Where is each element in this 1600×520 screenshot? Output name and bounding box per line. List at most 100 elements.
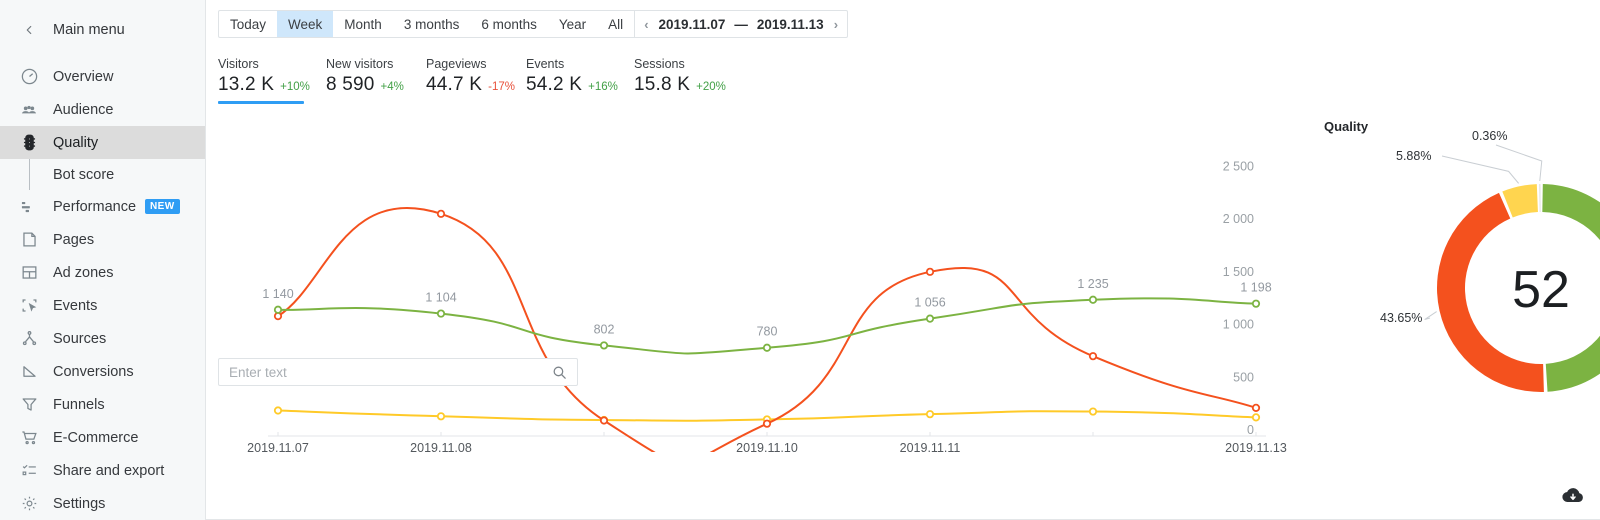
- conversion-icon: [18, 361, 40, 383]
- period-today[interactable]: Today: [219, 11, 277, 37]
- sidebar-item-performance[interactable]: Performance NEW: [0, 190, 205, 223]
- data-point-label: 1 235: [1077, 277, 1108, 291]
- search-icon[interactable]: [551, 364, 577, 381]
- donut-leader-line: [1425, 312, 1437, 320]
- analytics-dashboard: Main menu Overview Audience: [0, 0, 1600, 520]
- sidebar-item-quality[interactable]: Quality: [0, 126, 205, 159]
- sidebar-item-label: Settings: [53, 496, 105, 512]
- cloud-download-icon[interactable]: [1560, 484, 1586, 506]
- date-range-display: ‹ 2019.11.07 — 2019.11.13 ›: [634, 11, 847, 37]
- sidebar-item-pages[interactable]: Pages: [0, 223, 205, 256]
- chart-point[interactable]: [927, 315, 933, 321]
- sidebar-item-events[interactable]: Events: [0, 289, 205, 322]
- prev-period-arrow-icon[interactable]: ‹: [643, 17, 649, 32]
- chart-point[interactable]: [764, 345, 770, 351]
- sidebar-item-bot-score[interactable]: Bot score: [0, 159, 205, 190]
- kpi-pageviews[interactable]: Pageviews 44.7 K -17%: [426, 57, 526, 96]
- sidebar-item-label: Audience: [53, 102, 113, 118]
- period-all[interactable]: All: [597, 11, 634, 37]
- range-dash: —: [734, 17, 748, 32]
- next-period-arrow-icon[interactable]: ›: [833, 17, 839, 32]
- kpi-label: Visitors: [218, 57, 326, 71]
- data-point-label: 1 104: [425, 291, 456, 305]
- kpi-delta: -17%: [488, 81, 515, 93]
- kpi-visitors[interactable]: Visitors 13.2 K +10%: [218, 57, 326, 96]
- sidebar-item-conversions[interactable]: Conversions: [0, 355, 205, 388]
- sidebar: Main menu Overview Audience: [0, 0, 206, 520]
- period-week[interactable]: Week: [277, 11, 333, 37]
- quality-panel-title: Quality: [1324, 119, 1368, 134]
- sidebar-item-label: Pages: [53, 232, 94, 248]
- line-chart[interactable]: 05001 0001 5002 0002 5002019.11.072019.1…: [206, 112, 1306, 452]
- sidebar-item-label: Sources: [53, 331, 106, 347]
- kpi-delta: +4%: [381, 81, 404, 93]
- donut-leader-line: [1442, 156, 1519, 183]
- chart-point[interactable]: [1090, 408, 1096, 414]
- chart-point[interactable]: [275, 307, 281, 313]
- chart-point[interactable]: [927, 269, 933, 275]
- chart-point[interactable]: [1253, 300, 1259, 306]
- period-6-months[interactable]: 6 months: [470, 11, 548, 37]
- kpi-events[interactable]: Events 54.2 K +16%: [526, 57, 634, 96]
- sidebar-item-label: Quality: [53, 135, 98, 151]
- chart-point[interactable]: [438, 310, 444, 316]
- x-axis-tick-label: 2019.11.07: [247, 441, 309, 452]
- gauge-icon: [18, 66, 40, 88]
- search-input[interactable]: [219, 365, 551, 380]
- sub-item-rail: [18, 159, 40, 190]
- chart-point[interactable]: [601, 342, 607, 348]
- chart-point[interactable]: [1253, 405, 1259, 411]
- range-start-date: 2019.11.07: [659, 17, 726, 32]
- chart-point[interactable]: [764, 420, 770, 426]
- chart-point[interactable]: [601, 417, 607, 423]
- y-axis-tick-label: 1 000: [1223, 318, 1254, 332]
- donut-segment[interactable]: [1502, 184, 1538, 217]
- kpi-label: New visitors: [326, 57, 426, 71]
- sidebar-item-sources[interactable]: Sources: [0, 322, 205, 355]
- chart-point[interactable]: [927, 411, 933, 417]
- chart-point[interactable]: [438, 211, 444, 217]
- kpi-value: 13.2 K: [218, 74, 274, 96]
- sidebar-item-label: Funnels: [53, 397, 105, 413]
- chart-point[interactable]: [275, 407, 281, 413]
- sidebar-main-menu[interactable]: Main menu: [0, 10, 205, 50]
- page-icon: [18, 229, 40, 251]
- chart-point[interactable]: [1253, 414, 1259, 420]
- donut-segment[interactable]: [1539, 184, 1540, 212]
- chart-point[interactable]: [1090, 297, 1096, 303]
- line-chart-panel: 05001 0001 5002 0002 5002019.11.072019.1…: [206, 112, 1306, 452]
- donut-segment-label: 43.65%: [1380, 311, 1422, 325]
- quality-donut-chart[interactable]: 5248.47%43.65%5.88%0.36%: [1324, 112, 1600, 452]
- chart-point[interactable]: [438, 413, 444, 419]
- kpi-label: Pageviews: [426, 57, 526, 71]
- sidebar-item-audience[interactable]: Audience: [0, 93, 205, 126]
- data-point-label: 1 056: [914, 296, 945, 310]
- chart-point[interactable]: [1090, 353, 1096, 359]
- sidebar-item-label: Performance: [53, 199, 136, 215]
- sidebar-item-overview[interactable]: Overview: [0, 60, 205, 93]
- period-year[interactable]: Year: [548, 11, 597, 37]
- period-month[interactable]: Month: [333, 11, 393, 37]
- content-area: Today Week Month 3 months 6 months Year …: [206, 0, 1600, 520]
- kpi-selected-indicator: [218, 101, 304, 104]
- kpi-delta: +20%: [696, 81, 726, 93]
- date-range-toolbar: Today Week Month 3 months 6 months Year …: [218, 10, 848, 38]
- kpi-label: Sessions: [634, 57, 742, 71]
- sidebar-item-funnels[interactable]: Funnels: [0, 388, 205, 421]
- chevron-left-icon: [18, 19, 40, 41]
- search-box[interactable]: [218, 358, 578, 386]
- period-3-months[interactable]: 3 months: [393, 11, 471, 37]
- sidebar-item-ecommerce[interactable]: E-Commerce: [0, 421, 205, 454]
- kpi-sessions[interactable]: Sessions 15.8 K +20%: [634, 57, 742, 96]
- cart-icon: [18, 427, 40, 449]
- kpi-new-visitors[interactable]: New visitors 8 590 +4%: [326, 57, 426, 96]
- funnel-icon: [18, 394, 40, 416]
- sidebar-item-settings[interactable]: Settings: [0, 487, 205, 520]
- sidebar-item-label: Overview: [53, 69, 113, 85]
- sidebar-item-ad-zones[interactable]: Ad zones: [0, 256, 205, 289]
- y-axis-tick-label: 0: [1247, 423, 1254, 437]
- donut-segment-label: 0.36%: [1472, 129, 1507, 143]
- data-point-label: 780: [757, 325, 778, 339]
- sidebar-item-share-and-export[interactable]: Share and export: [0, 454, 205, 487]
- donut-center-value: 52: [1512, 261, 1570, 319]
